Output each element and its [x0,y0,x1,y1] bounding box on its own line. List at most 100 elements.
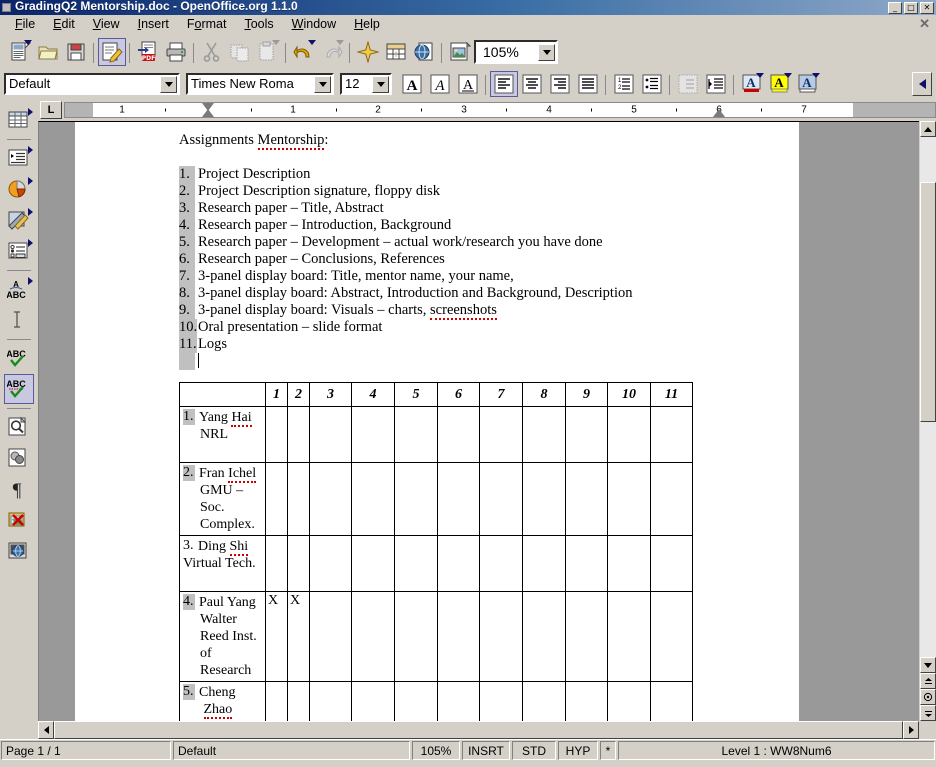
font-color-dropdown-icon[interactable] [756,73,764,78]
redo-button[interactable] [318,38,346,66]
previous-page-button[interactable] [920,673,936,689]
zoom-combo[interactable]: 105% [474,40,558,64]
mark-cell[interactable] [287,535,310,592]
align-left-button[interactable] [490,71,518,97]
mark-cell[interactable] [309,462,352,536]
mark-cell[interactable] [565,462,608,536]
student-name-cell[interactable]: 1. Yang Hai NRL [179,406,266,463]
mark-cell[interactable] [351,535,395,592]
menu-item-tools[interactable]: Tools [235,16,282,33]
print-button[interactable] [162,38,190,66]
mark-cell[interactable] [607,462,651,536]
left-indent-marker[interactable] [202,109,214,117]
mark-cell[interactable] [265,535,288,592]
mark-cell[interactable] [309,591,352,682]
mark-cell[interactable] [607,591,651,682]
mark-cell[interactable] [309,406,352,463]
horizontal-scroll-track[interactable] [54,721,903,739]
grading-table[interactable]: 1 2 3 4 5 6 7 8 9 10 11 1. Yang Hai NRL … [179,382,693,721]
font-name-dropdown-button[interactable] [314,75,331,93]
insert-table-dropdown-icon[interactable] [28,108,33,116]
mark-cell[interactable] [287,406,310,463]
minimize-button[interactable]: _ [888,1,902,14]
mark-cell[interactable] [522,406,566,463]
decrease-indent-button[interactable] [674,71,702,97]
edit-file-button[interactable] [98,38,126,66]
mark-cell[interactable]: X [265,591,288,682]
bold-button[interactable]: A [398,71,426,97]
numbering-button[interactable]: 1 2 [610,71,638,97]
horizontal-ruler[interactable]: 1 1 2 3 4 5 6 7 [64,102,936,118]
mark-cell[interactable] [522,535,566,592]
document-page[interactable]: Assignments Mentorship: 1. Project Descri… [75,122,799,721]
font-name-combo[interactable]: Times New Roma [186,73,334,95]
mark-cell[interactable] [394,591,438,682]
navigation-button[interactable] [920,689,936,705]
align-right-button[interactable] [546,71,574,97]
paste-dropdown-icon[interactable] [272,40,280,45]
mark-cell[interactable] [394,535,438,592]
font-color-button[interactable]: A [738,71,766,97]
show-draw-functions-icon[interactable] [4,205,34,235]
menu-item-help[interactable]: Help [345,16,389,33]
maximize-button[interactable]: □ [904,1,918,14]
insert-fields-icon[interactable] [4,143,34,173]
scroll-up-button[interactable] [920,121,936,137]
mark-cell[interactable] [309,535,352,592]
insert-object-icon[interactable] [4,174,34,204]
save-button[interactable] [62,38,90,66]
vertical-scroll-track[interactable] [920,137,936,657]
highlighting-dropdown-icon[interactable] [784,73,792,78]
menu-item-format[interactable]: Format [178,16,236,33]
mark-cell[interactable] [394,406,438,463]
paragraph-style-combo[interactable]: Default [4,73,180,95]
scroll-left-button[interactable] [38,721,54,739]
mark-cell[interactable] [522,681,566,721]
insert-table-icon[interactable] [4,105,34,135]
mark-cell[interactable] [437,406,480,463]
align-center-button[interactable] [518,71,546,97]
new-document-button[interactable] [6,38,34,66]
form-controls-icon[interactable] [4,236,34,266]
cut-button[interactable] [198,38,226,66]
mark-cell[interactable] [650,406,693,463]
table-header-cell[interactable]: 3 [309,382,352,407]
mark-cell[interactable] [650,535,693,592]
online-layout-icon[interactable] [4,536,34,566]
menu-item-insert[interactable]: Insert [129,16,178,33]
insert-image-button[interactable] [446,38,474,66]
paragraph-style-dropdown-button[interactable] [160,75,177,93]
menu-item-view[interactable]: View [84,16,129,33]
mark-cell[interactable] [607,406,651,463]
status-insert-mode[interactable]: INSRT [462,741,510,760]
status-zoom[interactable]: 105% [412,741,460,760]
window-titlebar[interactable]: GradingQ2 Mentorship.doc - OpenOffice.or… [0,0,936,15]
insert-fields-dropdown-icon[interactable] [28,146,33,154]
close-document-icon[interactable]: ✕ [919,17,930,31]
copy-button[interactable] [226,38,254,66]
mark-cell[interactable] [479,462,523,536]
table-header-cell[interactable]: 2 [287,382,310,407]
table-header-cell[interactable]: 6 [437,382,480,407]
student-name-cell[interactable]: 2. Fran Ichel GMU – Soc. Complex. [179,462,266,536]
underline-button[interactable]: A [454,71,482,97]
font-size-dropdown-button[interactable] [372,75,389,93]
mark-cell[interactable] [265,681,288,721]
table-header-cell[interactable]: 11 [650,382,693,407]
table-header-cell[interactable]: 1 [265,382,288,407]
horizontal-scrollbar[interactable] [38,721,919,739]
hyperlink-button[interactable] [410,38,438,66]
undo-button[interactable] [290,38,318,66]
mark-cell[interactable] [565,591,608,682]
undo-dropdown-icon[interactable] [308,40,316,45]
background-color-dropdown-icon[interactable] [812,73,820,78]
table-header-cell[interactable]: 4 [351,382,395,407]
status-level[interactable]: Level 1 : WW8Num6 [618,741,935,760]
mark-cell[interactable] [479,535,523,592]
export-pdf-button[interactable]: PDF [134,38,162,66]
insert-text-frame-icon[interactable]: A ABC [4,274,34,304]
mark-cell[interactable] [479,681,523,721]
new-document-dropdown-icon[interactable] [24,40,32,45]
objectbar-scroll-left-button[interactable] [912,72,932,96]
zoom-dropdown-button[interactable] [538,43,555,61]
